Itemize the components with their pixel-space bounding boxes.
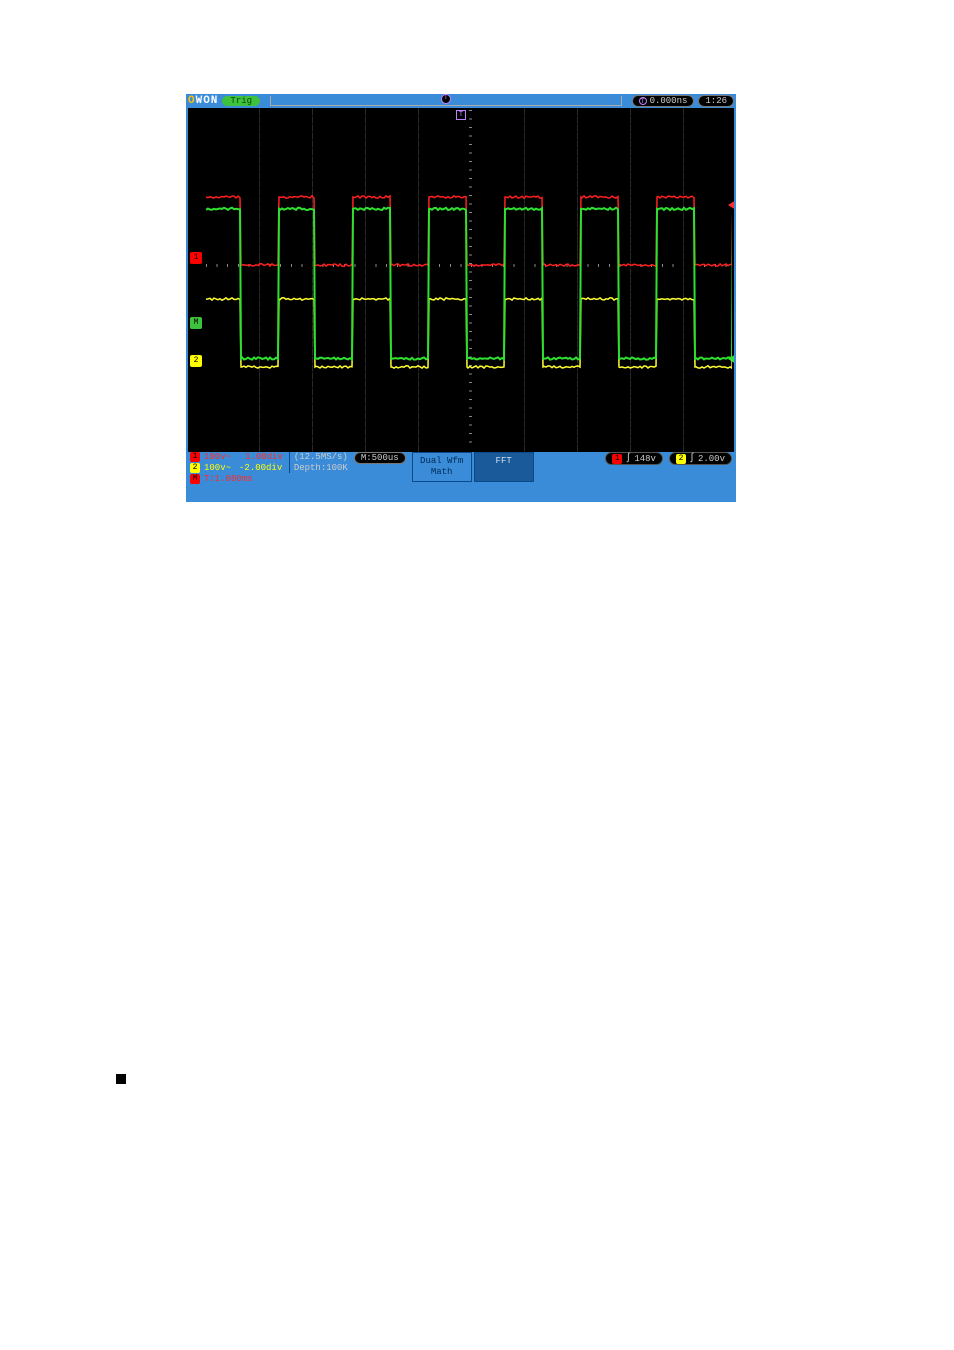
ch1-readout: 1 100v~ 1.00div (190, 452, 283, 462)
sample-rate: (12.5MS/s) (294, 452, 348, 462)
footer-readouts: 1 100v~ 1.00div 2 100v~ -2.00div M T:1.0… (186, 452, 736, 484)
acquisition-readouts: (12.5MS/s) Depth:100K (289, 452, 348, 473)
rising-edge-icon-2: ∫ (689, 453, 695, 464)
delay-readout: T 0.000ns (632, 95, 695, 107)
top-bar: OWON Trig T 0.000ns 1:26 (186, 94, 736, 108)
math-scale: T:1.000ms (204, 474, 253, 484)
ch2-trig-index: 2 (676, 454, 686, 464)
ch1-index: 1 (190, 452, 200, 462)
brand-logo: OWON (188, 95, 218, 107)
ch2-ground-marker: 2 (190, 355, 202, 367)
math-readout: M T:1.000ms (190, 474, 283, 484)
ch1-scale: 100v~ (204, 452, 231, 462)
rising-edge-icon: ∫ (625, 453, 631, 464)
trigger-t-icon: T (639, 97, 647, 105)
logo-o: O (188, 95, 196, 107)
ch2-scale: 100v~ (204, 463, 231, 473)
waveform-ch1 (206, 196, 732, 266)
ch1-trig-index: 1 (612, 454, 622, 464)
clock-value: 1:26 (705, 96, 727, 106)
logo-rest: WON (196, 95, 219, 107)
dual-wfm-math-button[interactable]: Dual WfmMath (412, 452, 472, 482)
fft-button[interactable]: FFT (474, 452, 534, 482)
timebase-bracket (270, 96, 622, 106)
trigger-status-badge: Trig (222, 96, 260, 106)
waveforms-svg (206, 108, 732, 452)
waveform-display[interactable]: T 1 M 2 (188, 108, 734, 452)
ch2-index: 2 (190, 463, 200, 473)
math-index: M (190, 474, 200, 484)
ch2-readout: 2 100v~ -2.00div (190, 463, 283, 473)
ch2-trigger-readout: 2 ∫ 2.00v (669, 452, 732, 465)
menu-buttons: Dual WfmMath FFT (412, 452, 534, 482)
oscilloscope-window: OWON Trig T 0.000ns 1:26 (186, 94, 736, 502)
ch1-ground-marker: 1 (190, 252, 202, 264)
bullet-square-icon (116, 1074, 126, 1084)
ch1-trig-level: 148v (634, 454, 656, 464)
timebase-value: M:500us (361, 453, 399, 463)
memory-depth: Depth:100K (294, 463, 348, 473)
ch2-trig-level: 2.00v (698, 454, 725, 464)
math-ground-marker: M (190, 317, 202, 329)
ch2-position: -2.00div (239, 463, 282, 473)
timebase-readout: M:500us (354, 452, 406, 464)
clock-readout: 1:26 (698, 95, 734, 107)
ch1-position: 1.00div (245, 452, 283, 462)
waveform-math (206, 208, 732, 360)
delay-value: 0.000ns (650, 96, 688, 106)
channel-readouts: 1 100v~ 1.00div 2 100v~ -2.00div M T:1.0… (190, 452, 283, 484)
ch1-trigger-readout: 1 ∫ 148v (605, 452, 663, 465)
